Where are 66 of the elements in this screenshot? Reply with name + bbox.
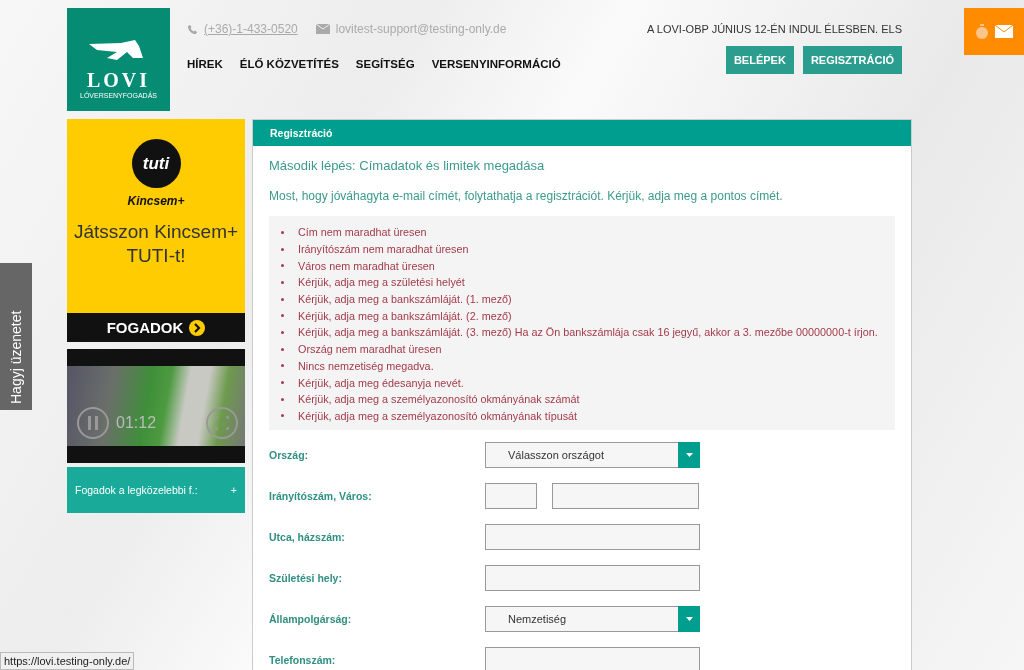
logo-text: LOVI — [86, 70, 151, 90]
bullet-icon — [281, 280, 284, 284]
caret-down-icon — [685, 452, 693, 457]
error-message: Kérjük, adja meg a bankszámláját. (2. mező) — [298, 309, 512, 322]
bullet-icon — [281, 330, 284, 334]
bullet-icon — [281, 364, 284, 368]
nav-link[interactable]: ÉLŐ KÖZVETÍTÉS — [239, 58, 339, 70]
nav-link[interactable]: HÍREK — [187, 58, 223, 70]
envelope-icon — [315, 24, 330, 34]
email-address: lovitest-support@testing-only.de — [335, 22, 507, 36]
contact-widget[interactable] — [964, 8, 1024, 55]
brand-name: Kincsem+ — [127, 194, 185, 208]
bullet-icon — [281, 347, 284, 351]
status-url: https://lovi.testing-only.de/ — [0, 652, 135, 670]
dropdown-button[interactable] — [678, 605, 700, 632]
field-label: Ország: — [269, 448, 310, 461]
stopwatch-icon — [975, 23, 989, 40]
brand-logo: tuti — [131, 139, 181, 188]
fullscreen-icon[interactable] — [205, 406, 239, 440]
envelope-icon — [995, 25, 1013, 38]
dropdown-button[interactable] — [678, 441, 700, 468]
bullet-icon — [281, 397, 284, 401]
bet-link[interactable]: FOGADOK — [67, 313, 245, 342]
intro-text: Most, hogy jóváhagyta e-mail címét, folytathatja a regisztrációt. Kérjük, adja meg a pontos címét. — [269, 189, 784, 203]
video-time: 01:12 — [116, 414, 157, 432]
bullet-icon — [281, 247, 284, 251]
bullet-icon — [281, 414, 284, 418]
input-field[interactable] — [485, 646, 700, 670]
zip-field[interactable] — [485, 482, 537, 509]
panel-title: Regisztráció — [253, 120, 911, 146]
error-message: Kérjük, adja meg édesanyja nevét. — [298, 376, 464, 389]
field-label: Utca, házszám: — [269, 530, 346, 543]
error-message: Ország nem maradhat üresen — [298, 343, 442, 356]
field-label: Állampolgárság: — [269, 612, 353, 625]
pause-icon[interactable] — [76, 406, 110, 440]
error-message: Kérjük, adja meg a bankszámláját. (3. mező) Ha az Ön bankszámlája csak 16 jegyű, akkor a 3. mezőbe 00000000-t írjon. — [298, 326, 878, 339]
bullet-icon — [281, 230, 284, 234]
field-label: Telefonszám: — [269, 653, 337, 666]
chevron-right-icon — [189, 319, 206, 336]
bullet-icon — [281, 264, 284, 268]
error-message: Kérjük, adja meg a személyazonosító okmányának számát — [298, 393, 580, 406]
feedback-tab[interactable]: Hagyj üzenetet — [0, 263, 32, 410]
error-message: Cím nem maradhat üresen — [298, 226, 427, 239]
nav-link[interactable]: VERSENYINFORMÁCIÓ — [431, 58, 561, 70]
error-message: Irányítószám nem maradhat üresen — [298, 243, 469, 256]
input-field[interactable] — [485, 523, 700, 550]
nav-link[interactable]: SEGÍTSÉG — [355, 58, 415, 70]
caret-down-icon — [685, 616, 693, 621]
select-field[interactable]: Nemzetiség — [485, 605, 700, 632]
error-message: Kérjük, adja meg a személyazonosító okmányának típusát — [298, 409, 578, 422]
bullet-icon — [281, 314, 284, 318]
phone-icon — [187, 23, 198, 35]
bullet-icon — [281, 297, 284, 301]
step-title: Második lépés: Címadatok és limitek megadása — [269, 158, 546, 173]
bullet-icon — [281, 381, 284, 385]
error-message: Kérjük, adja meg a születési helyét — [298, 276, 465, 289]
ad-headline: Játsszon Kincsem+ TUTI-t! — [72, 220, 240, 268]
error-message: Város nem maradhat üresen — [298, 259, 435, 272]
error-message: Nincs nemzetiség megadva. — [298, 359, 434, 372]
error-message: Kérjük, adja meg a bankszámláját. (1. mező) — [298, 293, 512, 306]
select-field[interactable]: Válasszon országot — [485, 441, 700, 468]
city-field[interactable] — [552, 482, 699, 509]
news-ticker: A LOVI-OBP JÚNIUS 12-ÉN INDUL ÉLESBEN. ELS — [647, 23, 902, 35]
field-label: Irányítószám, Város: — [269, 489, 373, 502]
input-field[interactable] — [485, 564, 700, 591]
field-label: Születési hely: — [269, 571, 343, 584]
